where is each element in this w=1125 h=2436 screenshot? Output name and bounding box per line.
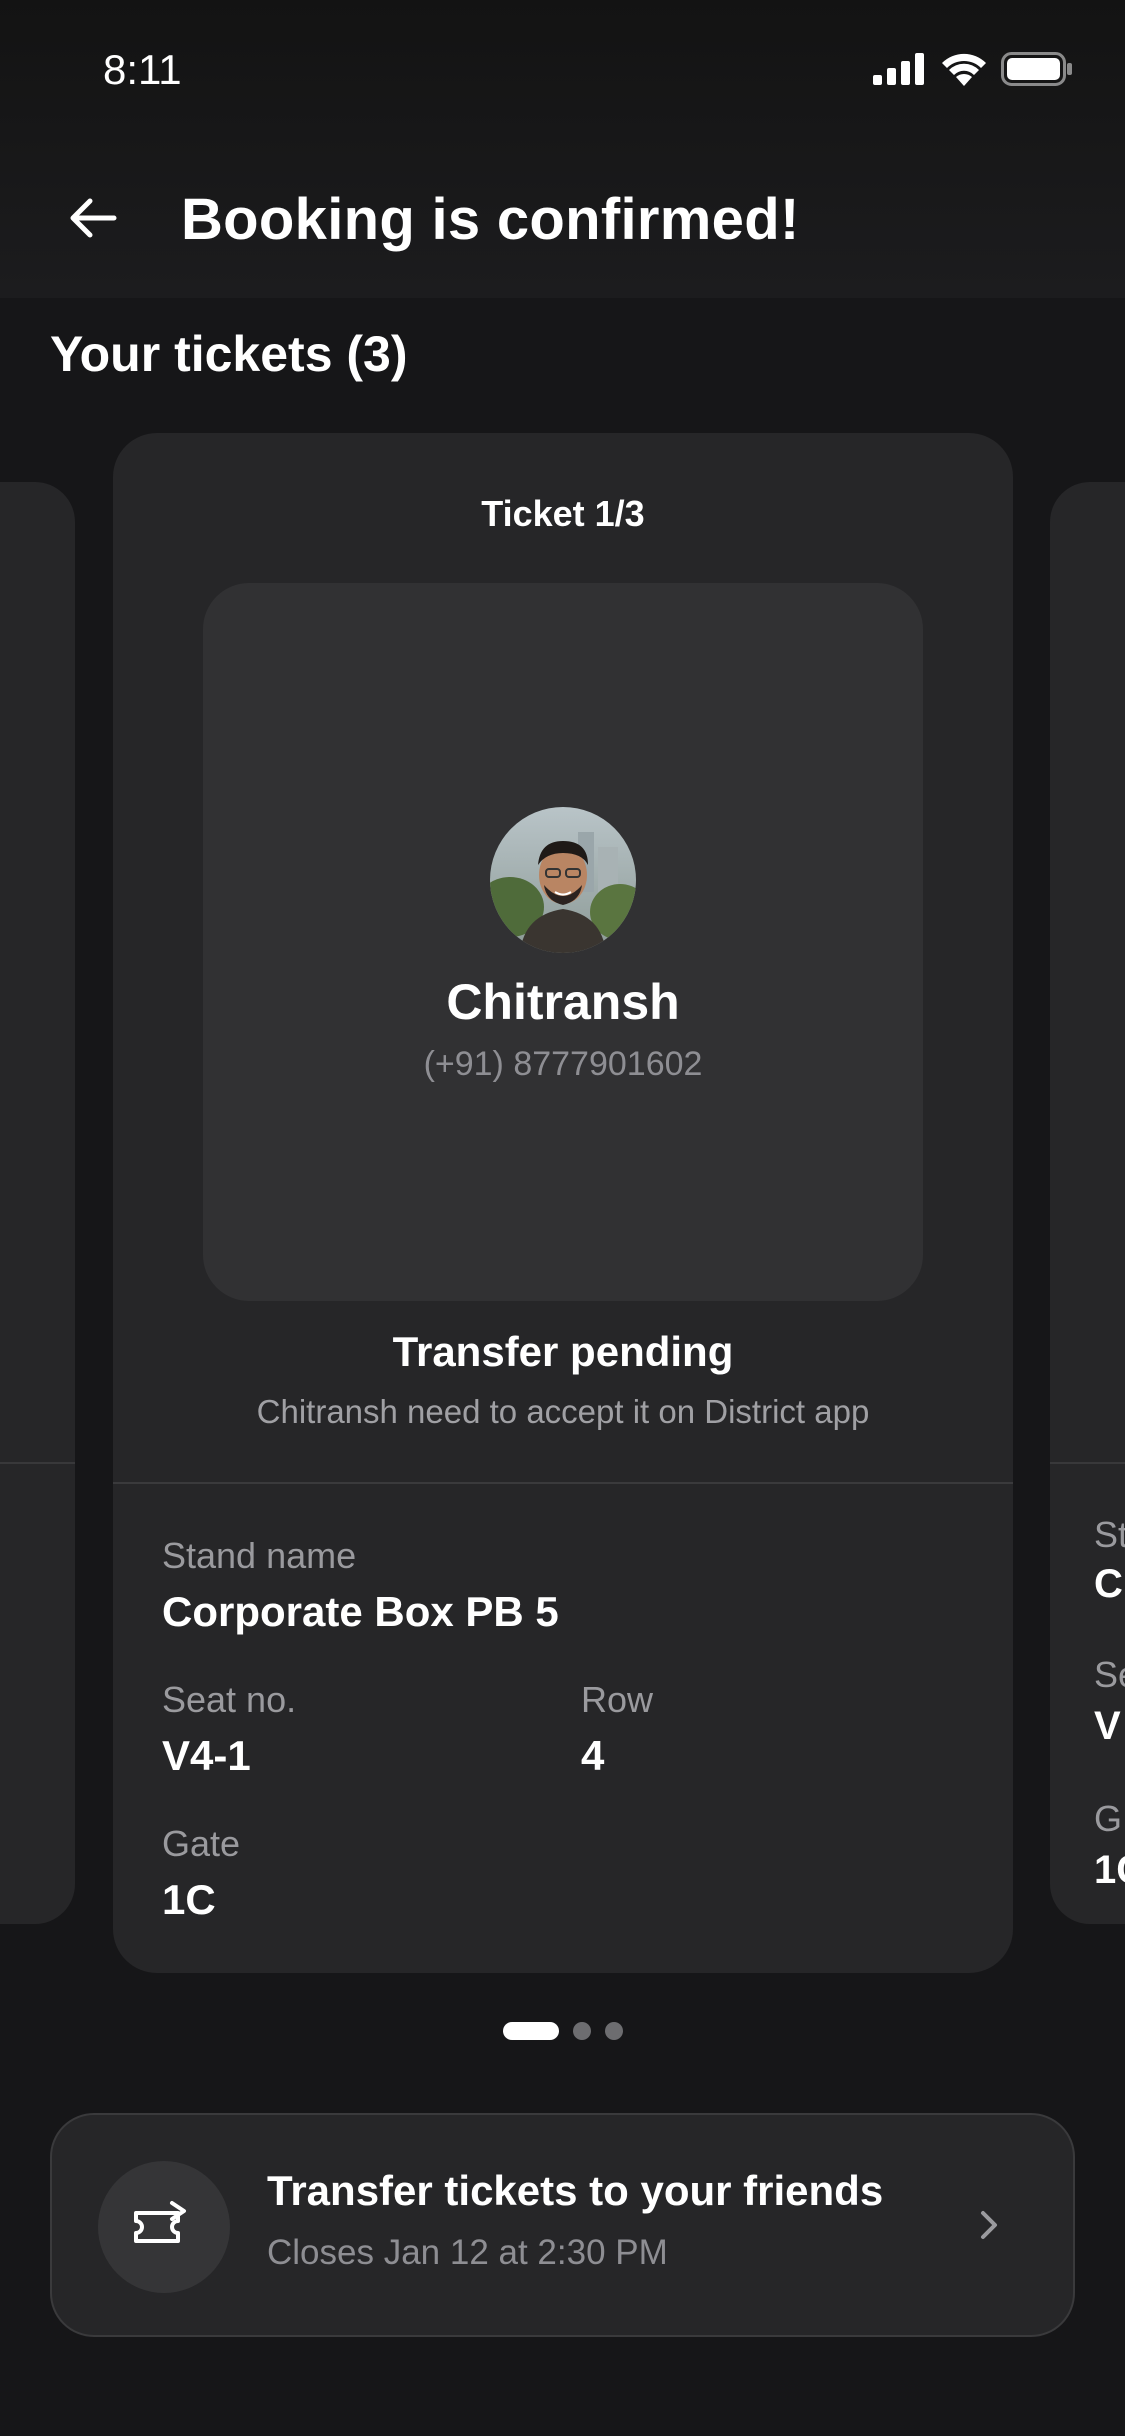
next-gate-label: G [1094,1798,1123,1839]
transfer-tickets-button[interactable]: Transfer tickets to your friends Closes … [50,2113,1075,2337]
ticket-transfer-icon-wrap [98,2161,230,2293]
previous-ticket-card[interactable] [0,482,75,1924]
pager-dot[interactable] [604,2022,623,2040]
ticket-card[interactable]: Ticket 1/3 Chitransh (+91) 8777901602 Tr… [113,433,1013,1973]
tickets-section-title: Your tickets (3) [50,326,408,382]
ticket-label: Ticket 1/3 [481,493,645,534]
chevron-right-icon [981,2211,997,2239]
app-header: 8:11 Booking is confirmed! [0,0,1125,298]
seat-label: Seat no. [162,1679,297,1720]
next-seat-value: V [1094,1704,1121,1748]
next-seat-label: Se [1094,1654,1125,1695]
wifi-icon [942,53,986,86]
card-divider [0,1462,75,1464]
seat-value: V4-1 [162,1732,251,1779]
transfer-banner-subtitle: Closes Jan 12 at 2:30 PM [267,2233,668,2272]
status-time: 8:11 [103,46,182,93]
transfer-status: Transfer pending [392,1328,734,1375]
card-divider [1050,1462,1125,1464]
page-title: Booking is confirmed! [181,187,800,252]
next-gate-value: 1C [1094,1848,1125,1892]
holder-phone: (+91) 8777901602 [423,1045,703,1083]
battery-icon [1001,52,1072,86]
pager-dot[interactable] [572,2022,591,2040]
ticket-pager [0,2022,1125,2040]
next-stand-label: St [1094,1514,1125,1555]
ticket-holder-panel: Chitransh (+91) 8777901602 [203,583,923,1301]
transfer-banner-title: Transfer tickets to your friends [267,2167,884,2214]
next-ticket-card[interactable]: St C Se V G 1C [1050,482,1125,1924]
back-arrow-icon[interactable] [62,186,126,250]
row-label: Row [581,1679,654,1720]
stand-value: Corporate Box PB 5 [162,1588,559,1635]
status-icons [873,52,1073,86]
avatar [490,807,636,953]
holder-name: Chitransh [446,974,680,1030]
cellular-signal-icon [873,53,924,85]
gate-value: 1C [162,1876,216,1923]
row-value: 4 [581,1732,605,1779]
ticket-transfer-icon [134,2201,186,2243]
pager-dot-active[interactable] [502,2022,559,2040]
transfer-note: Chitransh need to accept it on District … [256,1393,870,1430]
stand-label: Stand name [162,1535,357,1576]
gate-label: Gate [162,1823,241,1864]
card-divider [113,1482,1013,1484]
next-stand-value: C [1094,1562,1123,1606]
